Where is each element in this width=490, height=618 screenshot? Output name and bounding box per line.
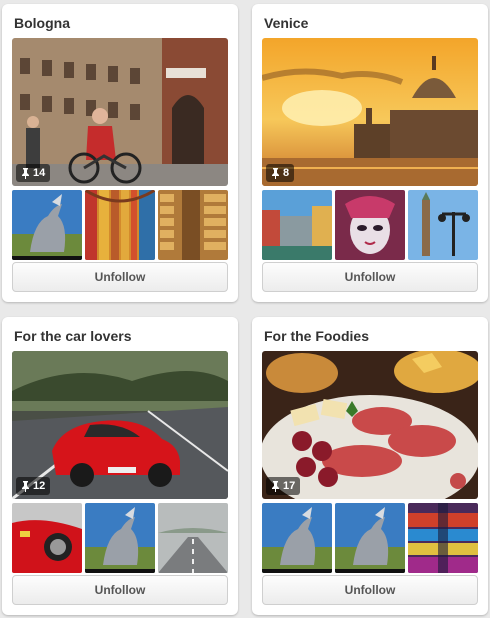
unfollow-button[interactable]: Unfollow <box>262 262 478 292</box>
pin-icon <box>271 167 280 179</box>
pin-icon <box>21 480 30 492</box>
board-thumbnail[interactable] <box>85 503 155 573</box>
board-thumbnail[interactable] <box>335 503 405 573</box>
board-title[interactable]: Venice <box>264 15 308 31</box>
board-cover-image[interactable]: 12 <box>12 351 228 499</box>
board-cover-image[interactable]: 8 <box>262 38 478 186</box>
board-thumbnail[interactable] <box>262 190 332 260</box>
board-thumbnail[interactable] <box>262 503 332 573</box>
board-thumbnails <box>262 190 478 260</box>
board-thumbnail[interactable] <box>158 503 228 573</box>
board-thumbnail[interactable] <box>408 190 478 260</box>
board-thumbnail[interactable] <box>335 190 405 260</box>
board-thumbnail[interactable] <box>408 503 478 573</box>
board-title[interactable]: For the Foodies <box>264 328 369 344</box>
board-cover-image[interactable]: 17 <box>262 351 478 499</box>
board-title[interactable]: Bologna <box>14 15 70 31</box>
unfollow-button[interactable]: Unfollow <box>12 575 228 605</box>
board-card-venice: Venice 8 Unfollow <box>252 4 488 302</box>
board-thumbnails <box>12 503 228 573</box>
board-title[interactable]: For the car lovers <box>14 328 132 344</box>
pin-count: 17 <box>283 480 296 492</box>
unfollow-button[interactable]: Unfollow <box>12 262 228 292</box>
pin-count: 8 <box>283 167 290 179</box>
board-cover-image[interactable]: 14 <box>12 38 228 186</box>
pin-count-badge: 8 <box>266 164 295 182</box>
board-card-bologna: Bologna 14 Unfollow <box>2 4 238 302</box>
pin-icon <box>271 480 280 492</box>
pin-count-badge: 12 <box>16 477 51 495</box>
board-thumbnail[interactable] <box>12 503 82 573</box>
board-thumbnail[interactable] <box>12 190 82 260</box>
pin-icon <box>21 167 30 179</box>
board-thumbnails <box>12 190 228 260</box>
unfollow-button[interactable]: Unfollow <box>262 575 478 605</box>
pin-count-badge: 14 <box>16 164 51 182</box>
board-thumbnails <box>262 503 478 573</box>
pin-count: 12 <box>33 480 46 492</box>
board-thumbnail[interactable] <box>158 190 228 260</box>
board-card-car-lovers: For the car lovers 12 Unfollow <box>2 317 238 615</box>
board-card-foodies: For the Foodies 17 Unfollow <box>252 317 488 615</box>
pin-count-badge: 17 <box>266 477 301 495</box>
board-thumbnail[interactable] <box>85 190 155 260</box>
pin-count: 14 <box>33 167 46 179</box>
